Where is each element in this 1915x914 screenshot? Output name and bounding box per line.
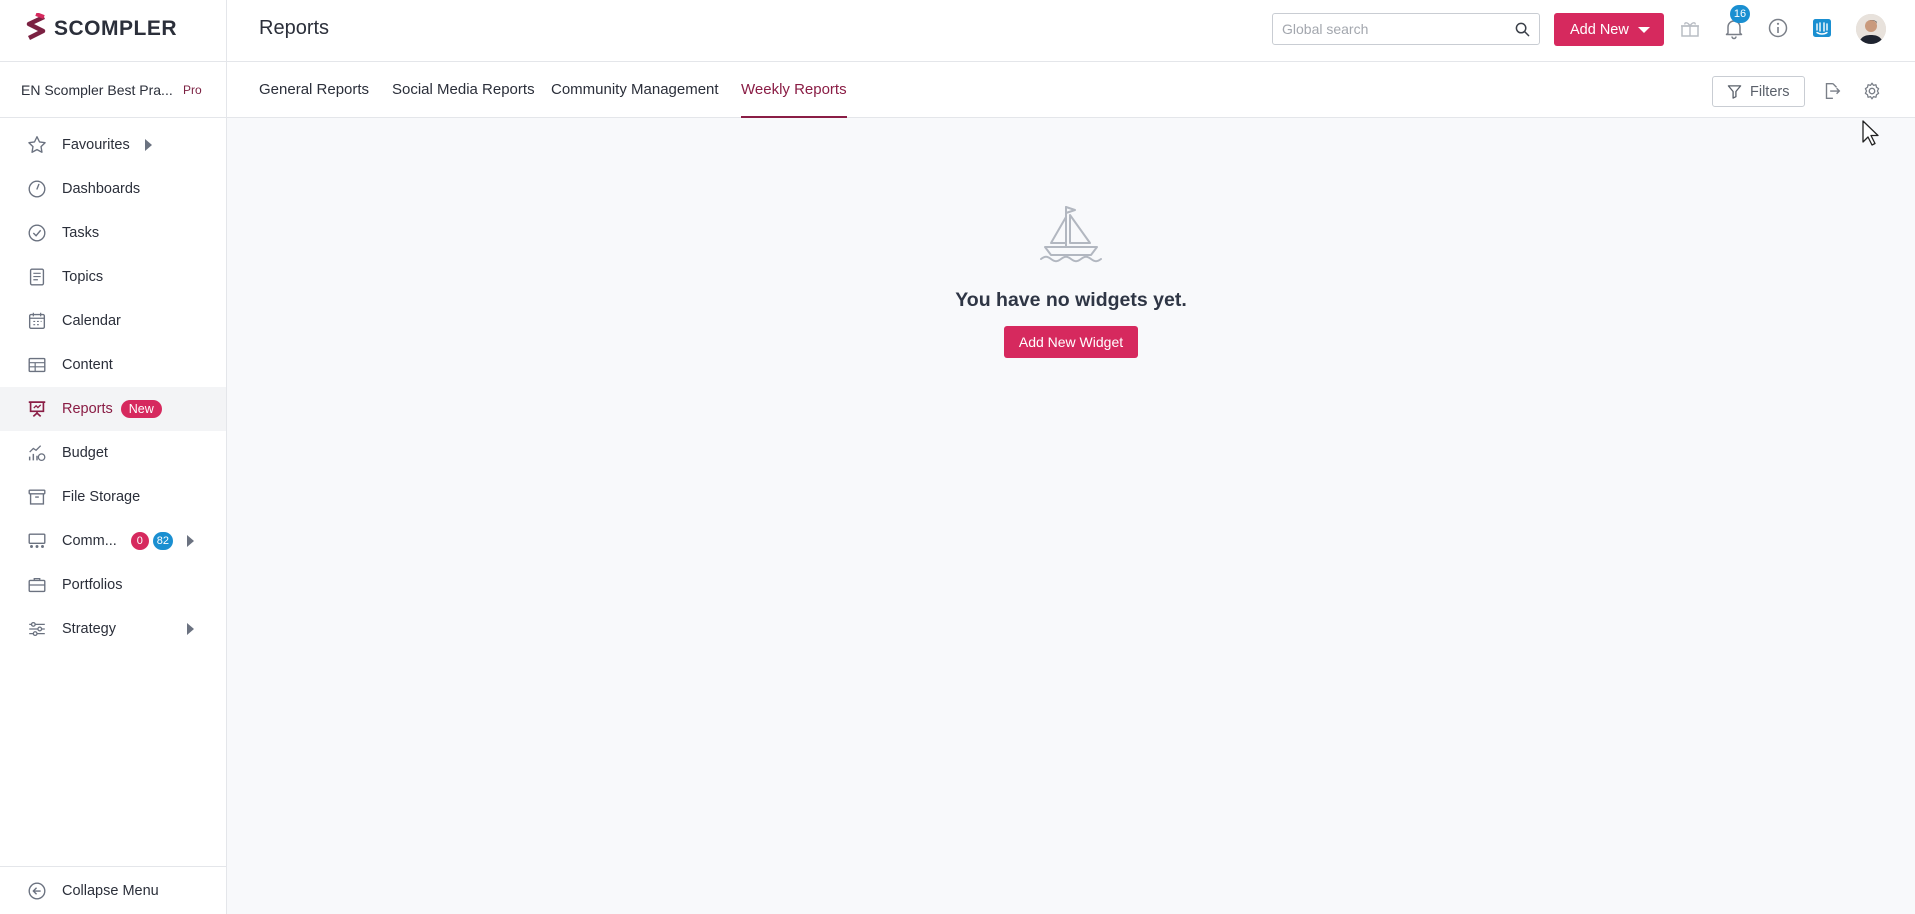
add-new-widget-button[interactable]: Add New Widget [1003,326,1139,358]
info-icon[interactable] [1766,16,1790,40]
sidebar-item-portfolios[interactable]: Portfolios [0,563,226,607]
logo-text: SCOMPLER [54,17,178,40]
filters-button[interactable]: Filters [1712,76,1805,107]
sidebar-item-label: Tasks [62,225,100,241]
sidebar-item-community[interactable]: Comm... 0 82 [0,519,226,563]
sidebar-item-favourites[interactable]: Favourites [0,123,226,167]
sidebar-item-label: Budget [62,445,108,461]
sidebar-item-label: Strategy [62,621,116,637]
tab-community-management[interactable]: Community Management [551,62,719,118]
export-icon[interactable] [1821,80,1843,102]
expand-caret-icon[interactable] [145,139,152,151]
empty-state-message: You have no widgets yet. [955,289,1187,311]
logo[interactable]: SCOMPLER [24,12,177,46]
sidebar-item-reports[interactable]: Reports New [0,387,226,431]
collapse-menu-label: Collapse Menu [62,882,159,899]
sidebar-item-strategy[interactable]: Strategy [0,607,226,651]
gauge-icon [28,180,46,198]
sidebar-item-label: Topics [62,269,104,285]
sidebar-item-label: Comm... [62,533,117,549]
mouse-cursor-icon [1862,120,1879,146]
gift-icon[interactable] [1678,16,1702,40]
global-search[interactable] [1272,13,1540,45]
sidebar-item-dashboards[interactable]: Dashboards [0,167,226,211]
expand-caret-icon[interactable] [187,623,194,635]
sidebar-item-budget[interactable]: Budget [0,431,226,475]
arrow-left-circle-icon [28,882,46,899]
star-icon [28,136,46,153]
presentation-icon [28,401,46,417]
unread-count-badge: 0 [130,532,149,550]
notification-count-badge: 16 [1730,5,1750,23]
total-count-badge: 82 [152,532,174,550]
tab-weekly-reports[interactable]: Weekly Reports [741,62,847,118]
calendar-icon [28,312,46,330]
avatar-person-icon [1856,14,1886,44]
chat-support-icon[interactable] [1810,16,1834,40]
workspace-selector[interactable]: EN Scompler Best Pra... Pro [0,61,226,118]
search-input[interactable] [1282,21,1502,37]
workspace-plan-badge: Pro [183,82,202,97]
filters-label: Filters [1750,83,1790,100]
document-icon [29,268,45,286]
check-circle-icon [28,224,46,242]
top-header: Reports Add New 16 [227,0,1915,61]
sidebar-item-label: Reports [62,401,113,417]
report-tabs: General Reports Social Media Reports Com… [227,61,1915,118]
community-icon [28,533,46,548]
sidebar-item-calendar[interactable]: Calendar [0,299,226,343]
expand-caret-icon[interactable] [187,535,194,547]
sidebar-item-label: Content [62,357,113,373]
sidebar-nav: Favourites Dashboards Tasks Topics Calen… [0,123,226,651]
sidebar-item-label: Calendar [62,313,121,329]
sidebar-item-content[interactable]: Content [0,343,226,387]
sailboat-icon [1040,206,1102,263]
sidebar-item-topics[interactable]: Topics [0,255,226,299]
main-content: You have no widgets yet. Add New Widget [227,118,1915,914]
sliders-icon [29,621,45,637]
workspace-name: EN Scompler Best Pra... [21,81,173,98]
sidebar-item-label: File Storage [62,489,141,505]
filter-icon [1727,85,1742,99]
add-new-button[interactable]: Add New [1554,13,1664,46]
page-title: Reports [259,17,330,39]
tab-social-media-reports[interactable]: Social Media Reports [392,62,535,118]
user-avatar[interactable] [1856,14,1886,44]
sidebar-item-label: Favourites [62,137,130,153]
archive-icon [28,489,46,505]
sidebar-item-tasks[interactable]: Tasks [0,211,226,255]
new-badge: New [120,400,162,418]
sidebar-item-label: Dashboards [62,181,141,197]
add-new-label: Add New [1570,21,1629,38]
sidebar-item-file-storage[interactable]: File Storage [0,475,226,519]
tab-general-reports[interactable]: General Reports [259,62,369,118]
chevron-down-icon [1638,27,1650,33]
budget-chart-icon [28,445,46,461]
sidebar: SCOMPLER EN Scompler Best Pra... Pro Fav… [0,0,227,914]
table-icon [28,357,46,373]
empty-state: You have no widgets yet. Add New Widget [227,203,1915,358]
gear-icon[interactable] [1861,80,1883,102]
search-icon[interactable] [1515,22,1530,37]
briefcase-icon [28,577,46,593]
scompler-logo-icon [26,13,46,41]
sidebar-item-label: Portfolios [62,577,123,593]
collapse-menu-button[interactable]: Collapse Menu [0,866,226,914]
